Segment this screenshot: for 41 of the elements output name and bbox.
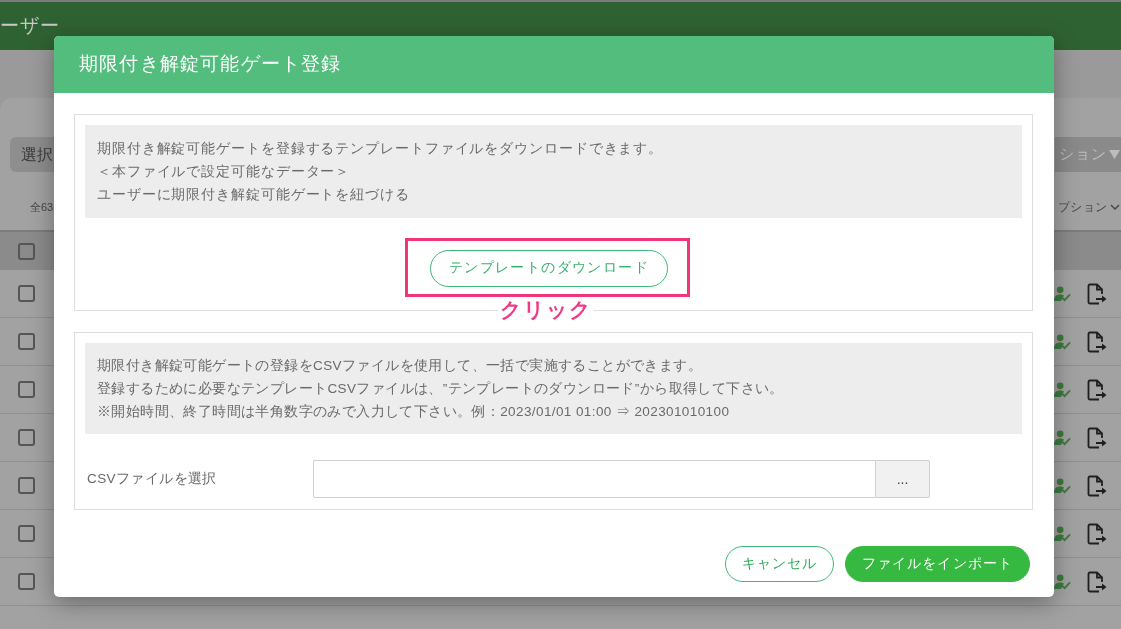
total-count: 全63 [30, 199, 54, 215]
file-arrow-icon[interactable] [1087, 570, 1107, 593]
caret-down-icon [1109, 150, 1120, 159]
file-arrow-icon[interactable] [1087, 330, 1107, 353]
checkbox[interactable] [18, 525, 35, 542]
browse-button[interactable]: ... [875, 460, 930, 498]
file-arrow-icon[interactable] [1087, 282, 1107, 305]
import-button[interactable]: ファイルをインポート [845, 546, 1030, 582]
file-arrow-icon[interactable] [1087, 522, 1107, 545]
user-check-icon[interactable] [1054, 477, 1071, 494]
user-check-icon[interactable] [1054, 285, 1071, 302]
checkbox[interactable] [18, 429, 35, 446]
user-check-icon[interactable] [1054, 381, 1071, 398]
checkbox[interactable] [18, 381, 35, 398]
cancel-button[interactable]: キャンセル [724, 546, 834, 582]
page-title: ーザー [0, 13, 60, 38]
checkbox[interactable] [18, 333, 35, 350]
field-label: CSVファイルを選択 [86, 469, 218, 488]
info-text: 期限付き解錠可能ゲートの登録をCSVファイルを使用して、一括で実施することができます。 [97, 357, 703, 375]
file-arrow-icon[interactable] [1087, 474, 1107, 497]
select-button[interactable]: 選択 [10, 137, 54, 172]
info-text: ＜本ファイルで設定可能なデーター＞ [97, 163, 352, 181]
info-text: ユーザーに期限付き解錠可能ゲートを紐づける [97, 186, 411, 204]
file-arrow-icon[interactable] [1087, 426, 1107, 449]
file-path-field[interactable] [313, 460, 875, 498]
dialog-title: 期限付き解錠可能ゲート登録 [79, 52, 342, 77]
user-check-icon[interactable] [1054, 573, 1071, 590]
info-text: 登録するために必要なテンプレートCSVファイルは、”テンプレートのダウンロード”から取得して下さい。 [97, 380, 785, 398]
options-dropdown[interactable]: プション [1058, 198, 1121, 216]
info-text: ※開始時間、終了時間は半角数字のみで入力して下さい。例：2023/01/01 01:00 ⇒ 202301010100 [97, 403, 731, 421]
download-button[interactable]: テンプレートのダウンロード [429, 250, 669, 287]
file-arrow-icon[interactable] [1087, 378, 1107, 401]
user-check-icon[interactable] [1054, 429, 1071, 446]
checkbox[interactable] [18, 242, 35, 260]
info-text: 期限付き解錠可能ゲートを登録するテンプレートファイルをダウンロードできます。 [97, 140, 665, 158]
user-check-icon[interactable] [1054, 333, 1071, 350]
checkbox[interactable] [18, 477, 35, 494]
checkbox[interactable] [18, 573, 35, 590]
user-check-icon[interactable] [1054, 525, 1071, 542]
checkbox[interactable] [18, 285, 35, 302]
chevron-down-icon [1110, 204, 1120, 210]
